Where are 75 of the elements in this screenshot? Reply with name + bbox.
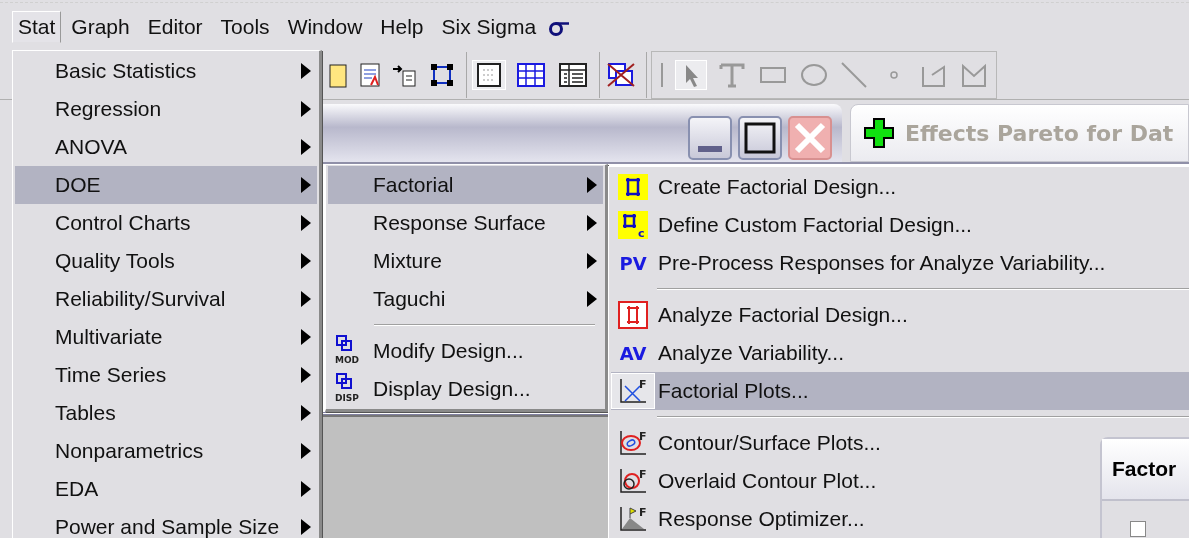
checkbox[interactable] xyxy=(1130,521,1146,537)
submenu-arrow-icon xyxy=(587,177,597,193)
menu-item[interactable]: Time Series xyxy=(15,356,317,394)
submenu-arrow-icon xyxy=(301,177,311,193)
project-manager-icon[interactable] xyxy=(557,60,589,89)
tab-title: Effects Pareto for Dat xyxy=(905,120,1174,146)
menu-item[interactable]: Basic Statistics xyxy=(15,52,317,90)
menu-item[interactable]: Regression xyxy=(15,90,317,128)
submenu-arrow-icon xyxy=(301,139,311,155)
submenu-arrow-icon xyxy=(301,329,311,345)
dialog-title: Factor xyxy=(1102,439,1189,501)
menu-bar-item[interactable]: Help xyxy=(374,10,430,43)
menu-item[interactable]: Power and Sample Size xyxy=(15,508,317,538)
menu-item[interactable]: Mixture xyxy=(328,242,603,280)
menu-item[interactable]: PV Pre-Process Responses for Analyze Variability... xyxy=(611,244,1126,282)
menu-item[interactable]: Quality Tools xyxy=(15,242,317,280)
menu-item[interactable]: ANOVA xyxy=(15,128,317,166)
menu-item[interactable]: Analyze Factorial Design... xyxy=(611,296,928,334)
menu-item[interactable]: F Factorial Plots... xyxy=(611,372,1189,410)
pointer-tool-icon[interactable] xyxy=(676,60,706,89)
maximize-button[interactable] xyxy=(738,116,782,160)
close-button[interactable] xyxy=(788,116,832,160)
menu-item[interactable]: Tables xyxy=(15,394,317,432)
menu-item[interactable]: c Define Custom Factorial Design... xyxy=(611,206,992,244)
menu-item[interactable]: MOD Modify Design... xyxy=(328,332,603,370)
submenu-arrow-icon xyxy=(301,481,311,497)
abbreviation-icon: AV xyxy=(619,342,647,364)
close-icon xyxy=(794,122,826,154)
maximize-icon xyxy=(744,122,776,154)
notepad-icon[interactable] xyxy=(358,60,382,89)
plus-icon xyxy=(863,117,895,149)
submenu-arrow-icon xyxy=(301,367,311,383)
factorial-design-icon xyxy=(618,174,648,200)
submenu-arrow-icon xyxy=(301,63,311,79)
submenu-arrow-icon xyxy=(587,253,597,269)
menu-item[interactable]: Control Charts xyxy=(15,204,317,242)
menu-item[interactable]: AV Analyze Variability... xyxy=(611,334,864,372)
close-graphs-icon[interactable] xyxy=(606,60,636,89)
submenu-arrow-icon xyxy=(301,215,311,231)
line-tool-icon[interactable] xyxy=(840,60,868,89)
menu-item[interactable]: Nonparametrics xyxy=(15,432,317,470)
menu-item[interactable]: Taguchi xyxy=(328,280,603,318)
menu-bar-item[interactable]: Stat xyxy=(12,10,62,43)
menu-bar-item[interactable]: Window xyxy=(281,10,369,43)
submenu-arrow-icon xyxy=(301,405,311,421)
submenu-arrow-icon xyxy=(587,215,597,231)
menu-bar-item[interactable]: Tools xyxy=(214,10,276,43)
menu-item[interactable]: F Contour/Surface Plots... xyxy=(611,424,901,462)
menu-bar-item[interactable]: Editor xyxy=(141,10,209,43)
toolbar-grip-icon[interactable] xyxy=(660,60,664,89)
menu-item[interactable]: F Overlaid Contour Plot... xyxy=(611,462,897,500)
custom-design-icon: c xyxy=(618,211,648,239)
menu-item[interactable]: Create Factorial Design... xyxy=(611,168,917,206)
menu-item[interactable]: EDA xyxy=(15,470,317,508)
menu-item[interactable]: Response Surface xyxy=(328,204,603,242)
menu-item[interactable]: DISP Display Design... xyxy=(328,370,603,408)
menu-item[interactable]: DOE xyxy=(15,166,317,204)
submenu-arrow-icon xyxy=(301,519,311,535)
menu-bar-item[interactable]: Six Sigma xyxy=(435,10,543,43)
submenu-arrow-icon xyxy=(301,101,311,117)
menu-item[interactable]: Factorial xyxy=(328,166,603,204)
submenu-arrow-icon xyxy=(301,253,311,269)
menu-item[interactable]: Reliability/Survival xyxy=(15,280,317,318)
analysis-icon xyxy=(618,301,648,329)
menu-item[interactable]: Multivariate xyxy=(15,318,317,356)
abbreviation-icon: PV xyxy=(619,252,647,274)
session-icon[interactable] xyxy=(473,60,505,89)
submenu-arrow-icon xyxy=(301,291,311,307)
menu-bar-item[interactable]: Graph xyxy=(65,10,136,43)
minimize-button[interactable] xyxy=(688,116,732,160)
submenu-arrow-icon xyxy=(301,443,311,459)
minimize-icon xyxy=(698,146,722,152)
menu-item[interactable]: F Response Optimizer... xyxy=(611,500,885,538)
worksheet-icon[interactable] xyxy=(515,60,547,89)
submenu-arrow-icon xyxy=(587,291,597,307)
